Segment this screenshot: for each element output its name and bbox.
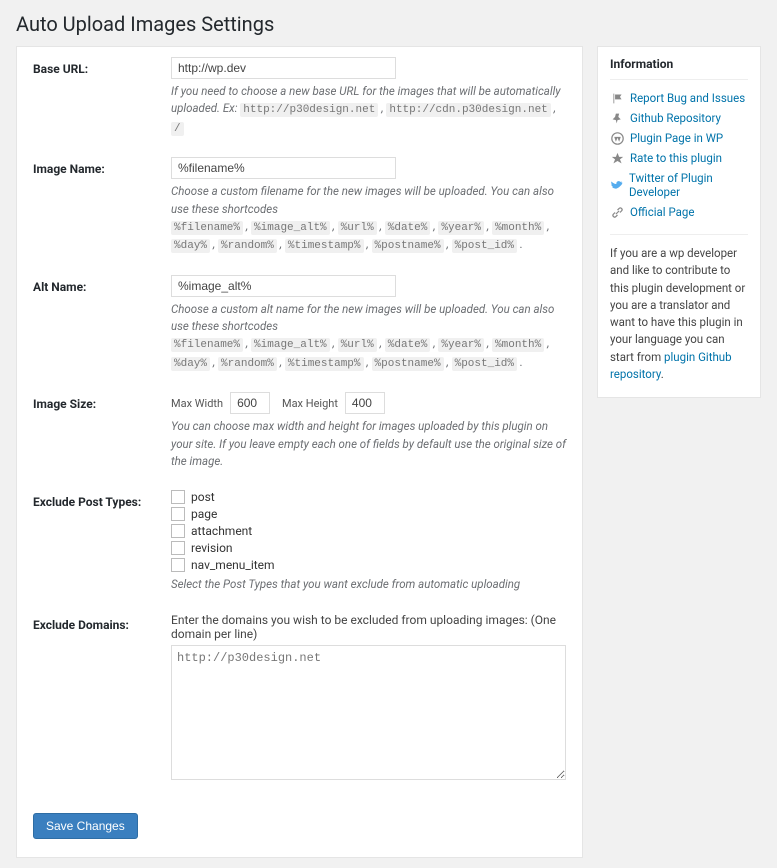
sidebar-item-official[interactable]: Official Page xyxy=(610,202,748,222)
checkbox-revision-label: revision xyxy=(191,541,233,555)
checkbox-revision[interactable] xyxy=(171,541,185,555)
max-height-input[interactable] xyxy=(345,392,385,414)
wordpress-icon xyxy=(610,131,624,145)
sidebar-item-plugin-page[interactable]: Plugin Page in WP xyxy=(610,128,748,148)
twitter-icon xyxy=(610,178,623,192)
flag-icon xyxy=(610,91,624,105)
checkbox-attachment[interactable] xyxy=(171,524,185,538)
link-icon xyxy=(610,205,624,219)
max-width-input[interactable] xyxy=(230,392,270,414)
sidebar-item-twitter[interactable]: Twitter of Plugin Developer xyxy=(610,168,748,202)
settings-form: Base URL: If you need to choose a new ba… xyxy=(16,46,583,858)
pin-icon xyxy=(610,111,624,125)
max-width-label: Max Width xyxy=(171,397,223,410)
image-name-desc: Choose a custom filename for the new ima… xyxy=(171,183,566,255)
checkbox-page[interactable] xyxy=(171,507,185,521)
base-url-label: Base URL: xyxy=(33,57,171,76)
sidebar-link-official[interactable]: Official Page xyxy=(630,205,694,219)
exclude-post-types-label: Exclude Post Types: xyxy=(33,490,171,509)
sidebar-title: Information xyxy=(610,47,748,80)
checkbox-post[interactable] xyxy=(171,490,185,504)
image-size-desc: You can choose max width and height for … xyxy=(171,418,566,470)
sidebar-item-github[interactable]: Github Repository xyxy=(610,108,748,128)
star-icon xyxy=(610,151,624,165)
exclude-post-types-desc: Select the Post Types that you want excl… xyxy=(171,576,566,593)
checkbox-nav-menu-item-label: nav_menu_item xyxy=(191,558,275,572)
info-sidebar: Information Report Bug and Issues Github… xyxy=(597,46,761,398)
max-height-label: Max Height xyxy=(282,397,338,410)
image-name-label: Image Name: xyxy=(33,157,171,176)
save-button[interactable]: Save Changes xyxy=(33,813,138,839)
alt-name-label: Alt Name: xyxy=(33,275,171,294)
sidebar-item-report-bug[interactable]: Report Bug and Issues xyxy=(610,88,748,108)
checkbox-post-label: post xyxy=(191,490,215,504)
alt-name-input[interactable] xyxy=(171,275,396,297)
exclude-domains-textarea[interactable] xyxy=(171,645,566,780)
exclude-domains-desc: Enter the domains you wish to be exclude… xyxy=(171,613,566,641)
sidebar-link-rate[interactable]: Rate to this plugin xyxy=(630,151,722,165)
exclude-domains-label: Exclude Domains: xyxy=(33,613,171,632)
checkbox-page-label: page xyxy=(191,507,217,521)
image-size-label: Image Size: xyxy=(33,392,171,411)
alt-name-desc: Choose a custom alt name for the new ima… xyxy=(171,301,566,373)
sidebar-link-plugin-page[interactable]: Plugin Page in WP xyxy=(630,131,723,145)
base-url-desc: If you need to choose a new base URL for… xyxy=(171,83,566,137)
checkbox-nav-menu-item[interactable] xyxy=(171,558,185,572)
sidebar-item-rate[interactable]: Rate to this plugin xyxy=(610,148,748,168)
image-name-input[interactable] xyxy=(171,157,396,179)
base-url-input[interactable] xyxy=(171,57,396,79)
sidebar-link-github[interactable]: Github Repository xyxy=(630,111,721,125)
sidebar-footer: If you are a wp developer and like to co… xyxy=(610,234,748,383)
sidebar-link-twitter[interactable]: Twitter of Plugin Developer xyxy=(629,171,748,199)
checkbox-attachment-label: attachment xyxy=(191,524,252,538)
sidebar-link-report-bug[interactable]: Report Bug and Issues xyxy=(630,91,745,105)
page-title: Auto Upload Images Settings xyxy=(16,12,761,36)
